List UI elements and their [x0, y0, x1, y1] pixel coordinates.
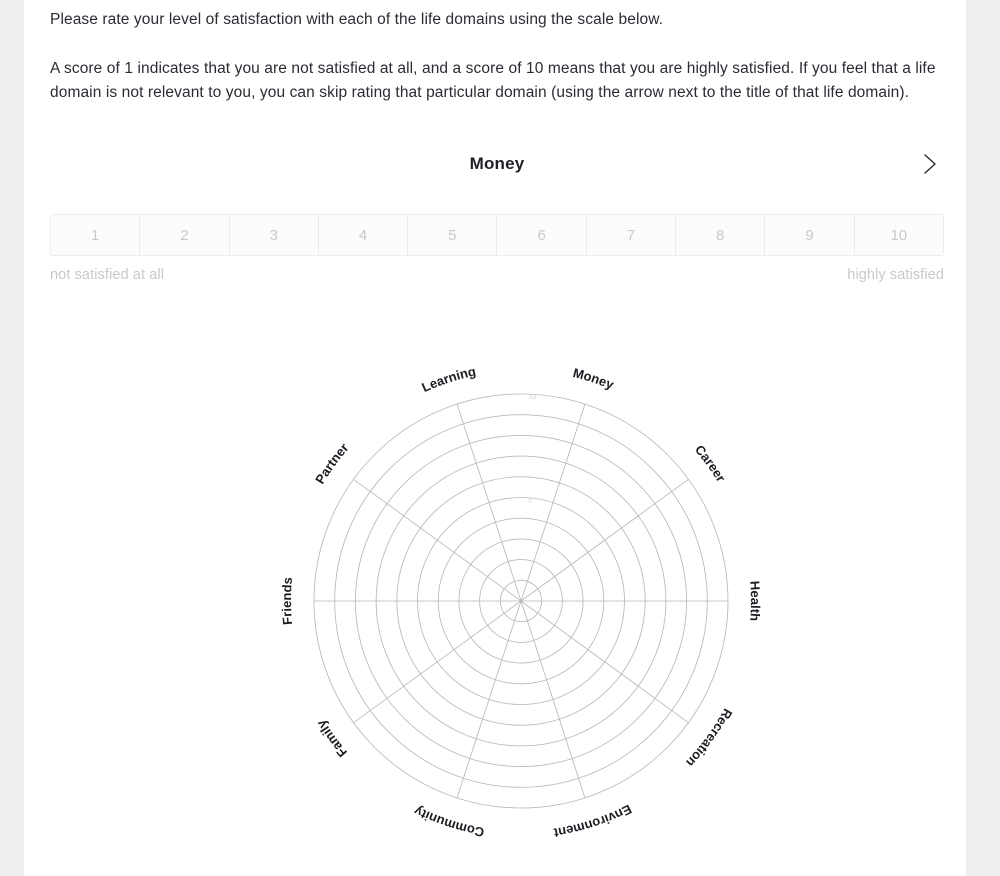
axis-label-environment: Environment — [552, 802, 634, 841]
radial-tick-10: 10 — [528, 392, 536, 401]
axis-label-health: Health — [747, 580, 763, 621]
grid-spoke-career — [520, 478, 689, 602]
axis-label-money: Money — [571, 365, 616, 392]
content-inner: Please rate your level of satisfaction w… — [50, 0, 944, 283]
rating-option-6[interactable]: 6 — [497, 215, 587, 255]
scale-legend: not satisfied at all highly satisfied — [50, 267, 944, 283]
domain-title-row: Money — [50, 147, 944, 181]
axis-label-partner: Partner — [312, 440, 351, 486]
axis-label-recreation: Recreation — [683, 706, 735, 770]
axis-label-friends: Friends — [279, 576, 295, 625]
rating-option-5[interactable]: 5 — [408, 215, 498, 255]
radial-tick-5: 5 — [528, 496, 532, 505]
content-card: Please rate your level of satisfaction w… — [24, 0, 966, 876]
grid-spoke-recreation — [520, 600, 689, 724]
next-domain-button[interactable] — [916, 150, 944, 178]
grid-spoke-partner — [353, 478, 522, 602]
radar-chart-container: 5 10 Money Career Health Recreation Environmen… — [24, 330, 966, 876]
grid-spoke-family — [353, 600, 522, 724]
rating-option-8[interactable]: 8 — [676, 215, 766, 255]
rating-option-2[interactable]: 2 — [140, 215, 230, 255]
axis-label-learning: Learning — [419, 364, 477, 395]
axis-label-family: Family — [313, 717, 350, 760]
instruction-paragraph-2: A score of 1 indicates that you are not … — [50, 60, 936, 101]
axis-label-community: Community — [411, 803, 485, 840]
rating-option-3[interactable]: 3 — [229, 215, 319, 255]
page-root: Please rate your level of satisfaction w… — [0, 0, 1000, 876]
rating-option-1[interactable]: 1 — [51, 215, 141, 255]
rating-option-9[interactable]: 9 — [765, 215, 855, 255]
axis-label-career: Career — [692, 442, 729, 485]
rating-option-4[interactable]: 4 — [318, 215, 409, 255]
chevron-right-icon — [920, 151, 940, 177]
scale-low-label: not satisfied at all — [50, 267, 165, 283]
rating-option-7[interactable]: 7 — [586, 215, 677, 255]
life-domains-radar-chart: 5 10 Money Career Health Recreation Environmen… — [279, 364, 763, 841]
rating-option-10[interactable]: 10 — [854, 215, 943, 255]
scale-high-label: highly satisfied — [847, 267, 944, 283]
rating-scale[interactable]: 1 2 3 4 5 6 7 8 9 10 — [50, 214, 944, 256]
instruction-paragraph-1: Please rate your level of satisfaction w… — [50, 11, 664, 28]
page-title: Money — [469, 154, 525, 173]
